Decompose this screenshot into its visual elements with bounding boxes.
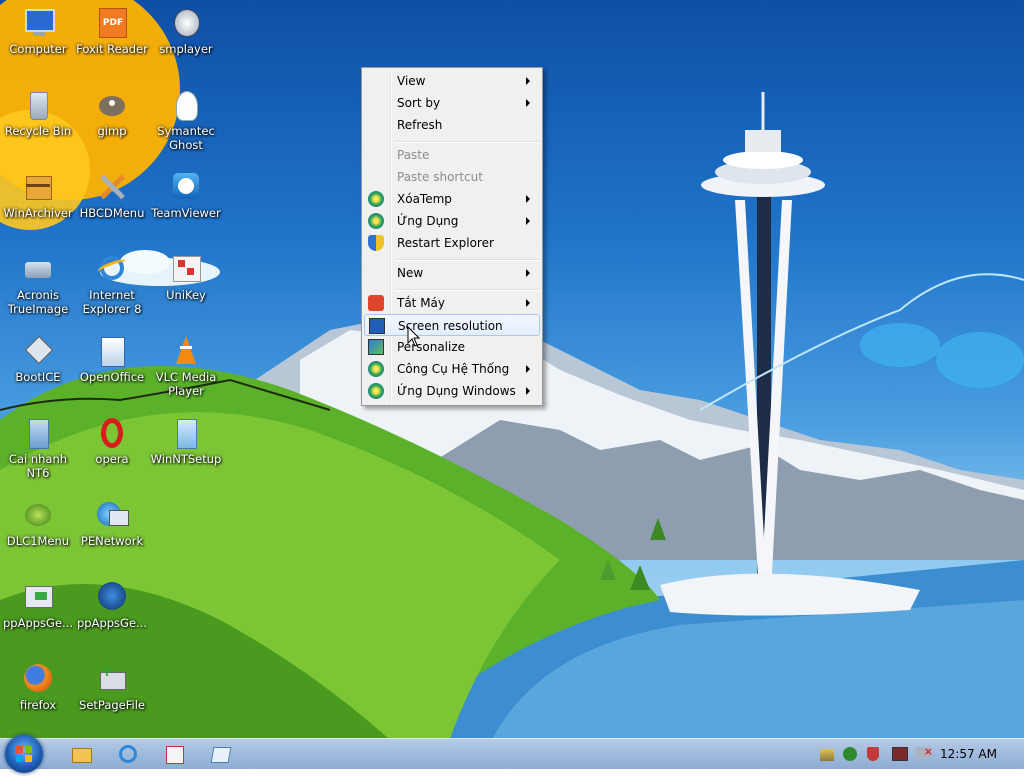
menu-item-screen-resolution[interactable]: Screen resolution: [364, 314, 540, 336]
menu-item-xoatemp[interactable]: XóaTemp: [364, 188, 540, 210]
vlc-icon: [169, 334, 203, 368]
teamviewer-icon: [169, 170, 203, 204]
desktop-icon-foxit-reader[interactable]: PDF Foxit Reader: [74, 6, 150, 56]
menu-item-restart-explorer[interactable]: Restart Explorer: [364, 232, 540, 254]
windows-logo-icon: [16, 746, 32, 762]
tray-shield-icon[interactable]: [867, 747, 883, 763]
opera-icon: [95, 416, 129, 450]
mouse-cursor-icon: [407, 326, 421, 347]
desktop-icon-winarchiver[interactable]: WinArchiver: [0, 170, 76, 220]
dlc-icon: [21, 498, 55, 532]
desktop-context-menu: View Sort by Refresh Paste Paste shortcu…: [361, 67, 543, 406]
taskbar-clock[interactable]: 12:57 AM: [940, 747, 997, 761]
tray-volume-muted-icon[interactable]: ×: [916, 745, 933, 763]
submenu-arrow-icon: [526, 269, 530, 277]
windows-orb-icon: [368, 213, 384, 229]
menu-item-ung-dung-windows[interactable]: Ứng Dụng Windows: [364, 380, 540, 402]
desktop-icon-symantec-ghost[interactable]: Symantec Ghost: [148, 88, 224, 152]
desktop-icon-smplayer[interactable]: smplayer: [148, 6, 224, 56]
tray-display-icon[interactable]: [892, 747, 908, 763]
desktop-icon-recycle-bin[interactable]: Recycle Bin: [0, 88, 76, 138]
desktop-icon-vlc[interactable]: VLC Media Player: [148, 334, 224, 398]
submenu-arrow-icon: [526, 217, 530, 225]
winntsetup-icon: [169, 416, 203, 450]
menu-separator: [395, 289, 540, 291]
acronis-icon: [21, 252, 55, 286]
menu-item-cong-cu-he-thong[interactable]: Công Cụ Hệ Thống: [364, 358, 540, 380]
menu-item-paste[interactable]: Paste: [364, 144, 540, 166]
taskbar-ie-icon[interactable]: [117, 743, 139, 765]
firefox-icon: [21, 662, 55, 696]
smplayer-icon: [169, 6, 203, 40]
ghost-icon: [169, 88, 203, 122]
submenu-arrow-icon: [526, 77, 530, 85]
taskbar: × 12:57 AM: [0, 735, 1024, 773]
desktop-icon-driverpacks[interactable]: ppAppsGe...: [0, 580, 76, 630]
shield-icon: [368, 235, 384, 251]
network-icon: [95, 498, 129, 532]
submenu-arrow-icon: [526, 365, 530, 373]
menu-item-view[interactable]: View: [364, 70, 540, 92]
unikey-icon: [169, 252, 203, 286]
desktop-icon-firefox[interactable]: firefox: [0, 662, 76, 712]
power-icon: [368, 295, 384, 311]
taskbar-explorer-icon[interactable]: [70, 743, 92, 765]
pdf-icon: PDF: [95, 6, 129, 40]
driverpacks-icon: [21, 580, 55, 614]
menu-item-paste-shortcut[interactable]: Paste shortcut: [364, 166, 540, 188]
tray-network-icon[interactable]: [820, 747, 836, 763]
desktop-icon-internet-explorer[interactable]: Internet Explorer 8: [74, 252, 150, 316]
desktop-icon-unikey[interactable]: UniKey: [148, 252, 224, 302]
desktop-icon-teamviewer[interactable]: TeamViewer: [148, 170, 224, 220]
windows-orb-icon: [368, 383, 384, 399]
ppapps-icon: [95, 580, 129, 614]
desktop-icon-acronis[interactable]: Acronis TrueImage: [0, 252, 76, 316]
menu-item-tat-may[interactable]: Tắt Máy: [364, 292, 540, 314]
menu-item-refresh[interactable]: Refresh: [364, 114, 540, 136]
desktop-icon-hbcdmenu[interactable]: HBCDMenu: [74, 170, 150, 220]
submenu-arrow-icon: [526, 195, 530, 203]
menu-item-new[interactable]: New: [364, 262, 540, 284]
submenu-arrow-icon: [526, 299, 530, 307]
taskbar-network-icon[interactable]: [163, 743, 185, 765]
setpagefile-icon: +: [95, 662, 129, 696]
submenu-arrow-icon: [526, 99, 530, 107]
desktop-icon-gimp[interactable]: gimp: [74, 88, 150, 138]
desktop-icon-penetwork[interactable]: PENetwork: [74, 498, 150, 548]
tray-media-icon[interactable]: [843, 747, 859, 763]
desktop-icon-openoffice[interactable]: OpenOffice: [74, 334, 150, 384]
recycle-bin-icon: [21, 88, 55, 122]
windows-orb-icon: [368, 361, 384, 377]
windows-orb-icon: [368, 191, 384, 207]
taskbar-paint-icon[interactable]: [209, 743, 232, 765]
setup-icon: [21, 416, 55, 450]
desktop-icon-opera[interactable]: opera: [74, 416, 150, 466]
desktop-icon-setpagefile[interactable]: + SetPageFile: [74, 662, 150, 712]
computer-icon: [21, 6, 55, 40]
menu-item-personalize[interactable]: Personalize: [364, 336, 540, 358]
personalize-icon: [368, 339, 384, 355]
tools-icon: [95, 170, 129, 204]
desktop-icon-cai-nhanh[interactable]: Cai nhanh NT6: [0, 416, 76, 480]
menu-separator: [395, 141, 540, 143]
menu-item-ung-dung[interactable]: Ứng Dụng: [364, 210, 540, 232]
ie-icon: [95, 252, 129, 286]
desktop-icon-ppapps[interactable]: ppAppsGe...: [74, 580, 150, 630]
desktop-icon-computer[interactable]: Computer: [0, 6, 76, 56]
openoffice-icon: [95, 334, 129, 368]
monitor-icon: [369, 318, 385, 334]
archive-icon: [21, 170, 55, 204]
bootice-icon: [21, 334, 55, 368]
gimp-icon: [95, 88, 129, 122]
submenu-arrow-icon: [526, 387, 530, 395]
desktop-icon-bootice[interactable]: BootICE: [0, 334, 76, 384]
menu-item-sort-by[interactable]: Sort by: [364, 92, 540, 114]
desktop-icon-winntsetup[interactable]: WinNTSetup: [148, 416, 224, 466]
start-button[interactable]: [5, 735, 43, 773]
menu-separator: [395, 259, 540, 261]
desktop-icon-dlc1menu[interactable]: DLC1Menu: [0, 498, 76, 548]
